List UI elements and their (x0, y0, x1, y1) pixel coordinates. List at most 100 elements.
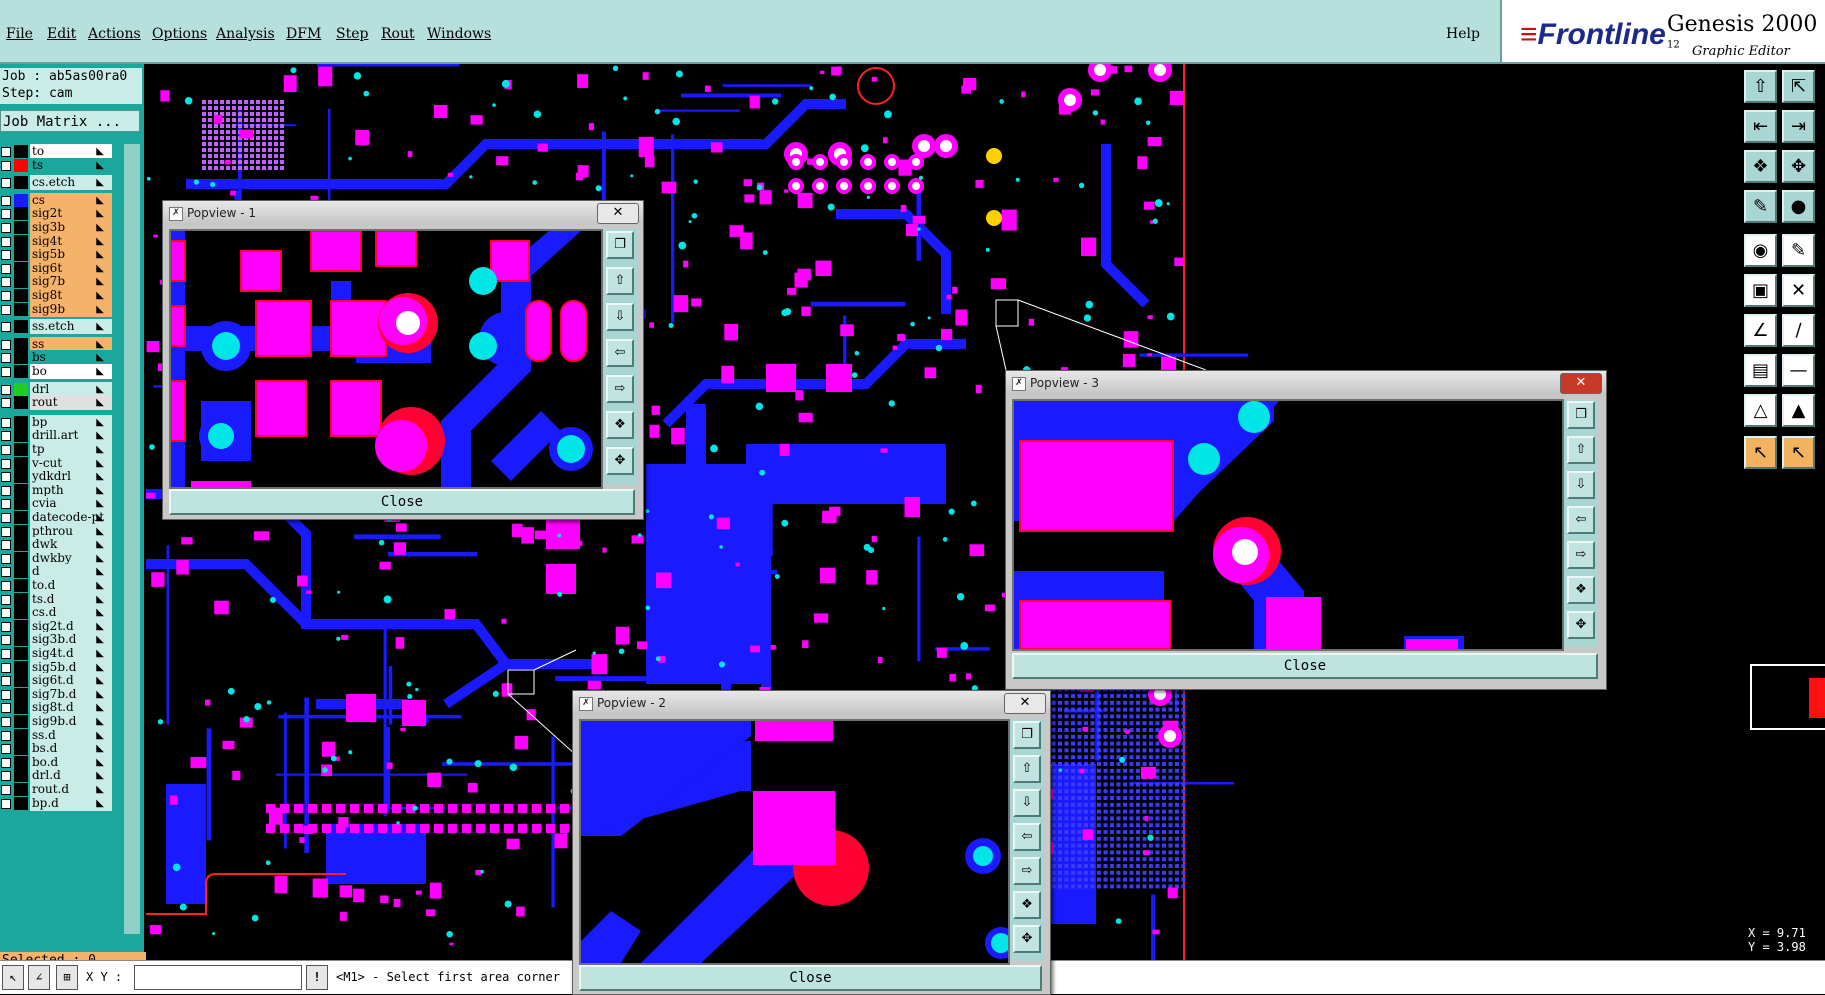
menu-help[interactable]: Help (1446, 26, 1480, 42)
layer-checkbox[interactable] (1, 581, 11, 591)
layer-color-swatch[interactable] (14, 470, 28, 484)
layer-color-swatch[interactable] (14, 660, 28, 674)
layer-name[interactable]: ts ◣ (30, 157, 112, 173)
layer-checkbox[interactable] (1, 384, 11, 395)
layer-color-swatch[interactable] (14, 538, 28, 552)
menu-file[interactable]: File (6, 26, 33, 42)
popview-1-window[interactable]: ✗ Popview - 1 ✕ ❐ ⇧ ⇩ ⇦ ⇨ ❖ ✥ Close (162, 200, 644, 520)
pointer-mode-icon[interactable]: ↖ (2, 965, 24, 990)
slash-tool-icon[interactable]: ∕ (1782, 314, 1815, 347)
warning-icon[interactable]: ! (306, 965, 328, 990)
layer-checkbox[interactable] (1, 662, 11, 673)
layer-checkbox[interactable] (1, 322, 11, 333)
layer-color-swatch[interactable] (14, 633, 28, 647)
popview-1-left-icon[interactable]: ⇦ (606, 339, 634, 367)
fit-icon[interactable]: ❖ (1744, 150, 1777, 183)
menu-windows[interactable]: Windows (427, 26, 491, 42)
layer-color-swatch[interactable] (14, 289, 28, 302)
pad-tool-icon[interactable]: ▤ (1744, 354, 1777, 387)
pan-left-icon[interactable]: ⇤ (1744, 110, 1777, 143)
layer-checkbox[interactable] (1, 499, 11, 510)
layer-checkbox[interactable] (1, 147, 11, 157)
zoom-back-icon[interactable]: ⇱ (1782, 70, 1815, 103)
layer-checkbox[interactable] (1, 676, 11, 687)
layer-checkbox[interactable] (1, 291, 11, 301)
layer-color-swatch[interactable] (14, 415, 28, 429)
menu-options[interactable]: Options (152, 26, 207, 42)
layer-color-swatch[interactable] (14, 261, 28, 275)
popview-3-canvas[interactable] (1012, 399, 1564, 651)
popview-2-zoom-out-icon[interactable]: ✥ (1013, 925, 1041, 953)
layer-row-ts[interactable]: ts ◣ (0, 157, 118, 173)
layer-checkbox[interactable] (1, 785, 11, 795)
popview-1-titlebar[interactable]: ✗ Popview - 1 ✕ (163, 201, 643, 225)
layer-row-bo[interactable]: bo ◣ (0, 364, 118, 379)
layer-checkbox[interactable] (1, 553, 11, 564)
layer-color-swatch[interactable] (14, 176, 28, 190)
layer-checkbox[interactable] (1, 540, 11, 551)
layer-checkbox[interactable] (1, 223, 11, 233)
popview-1-fit-icon[interactable]: ❐ (606, 231, 634, 259)
xy-input[interactable] (134, 965, 302, 990)
layer-checkbox[interactable] (1, 236, 11, 247)
grid-mode-icon[interactable]: ⊞ (56, 965, 78, 990)
zoom-home-icon[interactable]: ⇧ (1744, 70, 1777, 103)
layer-checkbox[interactable] (1, 717, 11, 727)
popview-2-close-button[interactable]: Close (579, 965, 1042, 991)
layer-color-swatch[interactable] (14, 524, 28, 538)
layer-checkbox[interactable] (1, 472, 11, 483)
layer-checkbox[interactable] (1, 730, 11, 741)
layer-color-swatch[interactable] (14, 429, 28, 443)
menu-edit[interactable]: Edit (47, 26, 76, 42)
line-tool-icon[interactable]: ∠ (1744, 314, 1777, 347)
layer-checkbox[interactable] (1, 798, 11, 809)
menu-analysis[interactable]: Analysis (216, 26, 275, 42)
layer-checkbox[interactable] (1, 178, 11, 189)
layer-color-swatch[interactable] (14, 579, 28, 592)
layer-affect-icon[interactable]: ◣ (96, 395, 104, 410)
layer-color-swatch[interactable] (14, 647, 28, 660)
layer-affect-icon[interactable]: ◣ (96, 319, 104, 334)
layer-color-swatch[interactable] (14, 337, 28, 351)
triangle-fill-icon[interactable]: ▲ (1782, 394, 1815, 427)
layer-checkbox[interactable] (1, 703, 11, 714)
layer-checkbox[interactable] (1, 339, 11, 350)
cross-icon[interactable]: ✕ (1782, 274, 1815, 307)
popview-3-down-icon[interactable]: ⇩ (1567, 471, 1595, 499)
layer-color-swatch[interactable] (14, 207, 28, 221)
popview-3-left-icon[interactable]: ⇦ (1567, 506, 1595, 534)
popview-3-up-icon[interactable]: ⇧ (1567, 436, 1595, 464)
layer-checkbox[interactable] (1, 445, 11, 455)
pan-right-icon[interactable]: ⇥ (1782, 110, 1815, 143)
zoom-fit-icon[interactable]: ✥ (1782, 150, 1815, 183)
overview-map[interactable] (1750, 664, 1825, 730)
layer-color-swatch[interactable] (14, 674, 28, 688)
layer-checkbox[interactable] (1, 250, 11, 261)
feature-select-icon[interactable]: ◉ (1744, 234, 1777, 267)
popview-3-zoom-out-icon[interactable]: ✥ (1567, 611, 1595, 639)
layer-checkbox[interactable] (1, 160, 11, 171)
menu-dfm[interactable]: DFM (286, 26, 321, 42)
layer-affect-icon[interactable]: ◣ (96, 364, 104, 379)
popview-2-close-icon[interactable]: ✕ (1004, 693, 1046, 714)
layer-color-swatch[interactable] (14, 234, 28, 248)
layer-checkbox[interactable] (1, 458, 11, 469)
layer-checkbox[interactable] (1, 594, 11, 605)
popview-3-titlebar[interactable]: ✗ Popview - 3 ✕ (1006, 371, 1606, 395)
layer-color-swatch[interactable] (14, 456, 28, 470)
layer-color-swatch[interactable] (14, 701, 28, 715)
popview-2-fit-icon[interactable]: ❐ (1013, 721, 1041, 749)
layer-color-swatch[interactable] (14, 497, 28, 511)
popview-1-zoom-in-icon[interactable]: ❖ (606, 411, 634, 439)
layer-checkbox[interactable] (1, 567, 11, 578)
layer-name[interactable]: cs.etch ◣ (30, 175, 112, 191)
snap-icon[interactable]: ● (1782, 190, 1815, 223)
layer-color-swatch[interactable] (14, 302, 28, 316)
layer-checkbox[interactable] (1, 398, 11, 409)
layer-color-swatch[interactable] (14, 687, 28, 701)
popview-3-fit-icon[interactable]: ❐ (1567, 401, 1595, 429)
layer-row-rout[interactable]: rout ◣ (0, 395, 118, 411)
menu-rout[interactable]: Rout (381, 26, 415, 42)
layer-checkbox[interactable] (1, 513, 11, 523)
layer-checkbox[interactable] (1, 417, 11, 428)
